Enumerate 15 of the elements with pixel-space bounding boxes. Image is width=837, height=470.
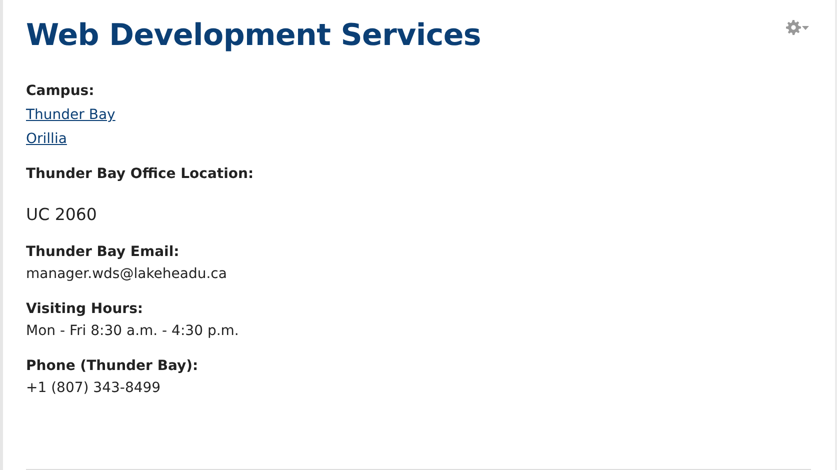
field-label: Thunder Bay Office Location: xyxy=(26,165,254,184)
settings-menu-button[interactable] xyxy=(786,20,809,35)
field-value: +1 (807) 343-8499 xyxy=(26,378,162,398)
field-value: Mon - Fri 8:30 a.m. - 4:30 p.m. xyxy=(26,322,239,341)
caret-icon xyxy=(802,26,809,30)
campus-link[interactable]: Orillia xyxy=(26,131,67,147)
field-label: Visiting Hours: xyxy=(26,300,144,319)
field-value: UC 2060 xyxy=(26,204,98,226)
campus-link[interactable]: Thunder Bay xyxy=(26,107,116,123)
field-label: Thunder Bay Email: xyxy=(26,242,180,262)
field-label: Phone (Thunder Bay): xyxy=(26,356,198,376)
field-label: Campus: xyxy=(26,82,96,101)
field-value: manager.wds@lakeheadu.ca xyxy=(26,264,227,284)
page-title: Web Development Services xyxy=(26,18,481,54)
settings-icon xyxy=(786,20,801,35)
